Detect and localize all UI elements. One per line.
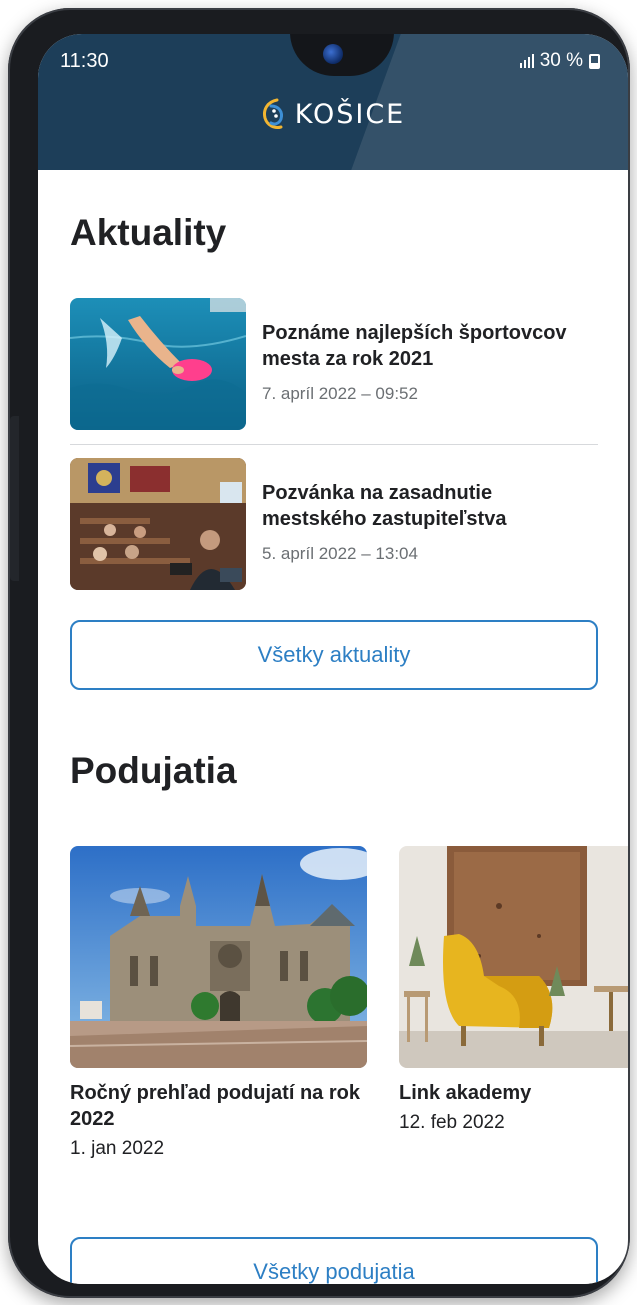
- status-indicators: 30 %: [519, 50, 600, 72]
- news-item-title: Poznáme najlepších športovcov mesta za r…: [262, 322, 567, 370]
- signal-icon: [519, 54, 534, 68]
- event-title: Link akademy: [399, 1082, 532, 1104]
- news-section-title: Aktuality: [70, 212, 227, 253]
- news-item-date: 7. apríl 2022 – 09:52: [262, 384, 418, 403]
- news-thumbnail-council: [70, 458, 246, 590]
- news-item[interactable]: Poznáme najlepších športovcov mesta za r…: [70, 298, 598, 430]
- battery-percent: 30 %: [539, 50, 583, 71]
- status-time: 11:30: [60, 50, 109, 72]
- city-logo: KOŠICE: [38, 98, 628, 130]
- news-item[interactable]: Pozvánka na zasadnutie mestského zastupi…: [70, 458, 598, 590]
- event-image-cathedral: [70, 846, 367, 1068]
- app-screen: 11:30 30 % KOŠICE Aktuality Poznáme najl…: [38, 34, 628, 1284]
- logo-text: KOŠICE: [294, 98, 406, 130]
- event-title: Ročný prehľad podujatí na rok 2022: [70, 1082, 360, 1130]
- event-card[interactable]: Link akademy 12. feb 2022: [399, 846, 628, 1134]
- news-item-title: Pozvánka na zasadnutie mestského zastupi…: [262, 482, 507, 530]
- council-image: [70, 458, 246, 590]
- event-image-chairs: [399, 846, 628, 1068]
- news-divider: [70, 444, 598, 445]
- armchair-image: [399, 846, 628, 1068]
- news-thumbnail-swimmer: [70, 298, 246, 430]
- phone-frame: 11:30 30 % KOŠICE Aktuality Poznáme najl…: [8, 8, 630, 1298]
- events-section-title: Podujatia: [70, 750, 237, 791]
- side-button: [10, 416, 19, 581]
- all-news-button[interactable]: Všetky aktuality: [70, 620, 598, 690]
- app-header: 11:30 30 % KOŠICE: [38, 34, 628, 170]
- event-card[interactable]: Ročný prehľad podujatí na rok 2022 1. ja…: [70, 846, 367, 1160]
- swimmer-image: [70, 298, 246, 430]
- battery-icon: [589, 53, 600, 69]
- event-date: 12. feb 2022: [399, 1112, 505, 1133]
- news-item-date: 5. apríl 2022 – 13:04: [262, 544, 418, 563]
- all-events-button[interactable]: Všetky podujatia: [70, 1237, 598, 1284]
- kosice-logo-icon: [262, 98, 283, 129]
- event-date: 1. jan 2022: [70, 1138, 165, 1159]
- front-camera: [323, 44, 343, 64]
- cathedral-image: [70, 846, 367, 1068]
